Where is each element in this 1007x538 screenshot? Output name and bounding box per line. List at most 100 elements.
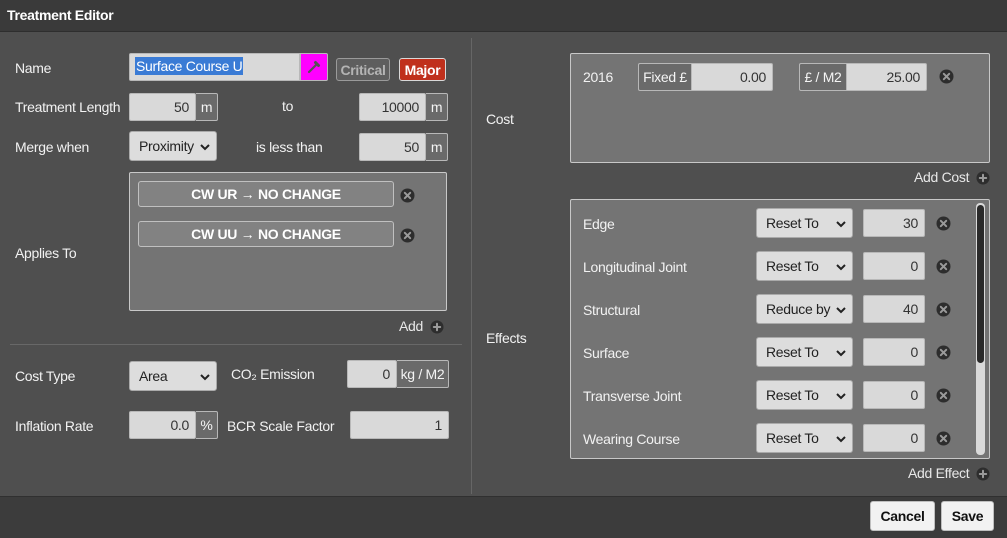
remove-icon[interactable]	[400, 188, 415, 203]
effect-op-value: Reset To	[766, 215, 819, 231]
chevron-down-icon	[836, 350, 846, 356]
length-min-unit: m	[196, 93, 218, 121]
cost-type-value: Area	[139, 368, 168, 384]
name-label: Name	[15, 60, 52, 76]
eyedropper-icon	[307, 61, 320, 74]
cost-year: 2016	[583, 69, 613, 85]
co2-input[interactable]: 0	[347, 360, 397, 388]
remove-effect-icon[interactable]	[936, 302, 951, 317]
name-field[interactable]: Surface Course U	[129, 53, 300, 81]
cancel-button[interactable]: Cancel	[870, 501, 935, 531]
add-applies-label: Add	[399, 318, 424, 334]
co2-emission-label: CO₂ Emission	[231, 366, 315, 382]
rate-cost-input[interactable]: 25.00	[846, 63, 927, 91]
remove-effect-icon[interactable]	[936, 345, 951, 360]
major-toggle[interactable]: Major	[399, 58, 446, 81]
add-cost-label: Add Cost	[914, 169, 970, 185]
effects-scrollbar-thumb[interactable]	[977, 205, 984, 363]
chevron-down-icon	[200, 144, 210, 150]
chevron-down-icon	[836, 221, 846, 227]
effect-op-value: Reset To	[766, 387, 819, 403]
length-max-input[interactable]: 10000	[359, 93, 426, 121]
fixed-cost-prefix: Fixed £	[638, 63, 691, 91]
effect-op-select[interactable]: Reduce by	[756, 294, 853, 324]
cost-panel	[570, 53, 990, 163]
cost-label: Cost	[486, 111, 514, 127]
fixed-cost-input[interactable]: 0.00	[691, 63, 773, 91]
effect-op-select[interactable]: Reset To	[756, 380, 853, 410]
column-divider	[471, 38, 472, 494]
critical-toggle[interactable]: Critical	[336, 58, 390, 81]
remove-effect-icon[interactable]	[936, 259, 951, 274]
plus-icon	[429, 320, 444, 334]
section-divider	[10, 344, 462, 345]
add-effect-label: Add Effect	[908, 465, 970, 481]
chevron-down-icon	[200, 374, 210, 380]
chevron-down-icon	[836, 393, 846, 399]
effect-value-input[interactable]: 40	[863, 295, 925, 323]
chevron-down-icon	[836, 307, 846, 313]
inflation-unit: %	[196, 411, 218, 439]
effect-op-select[interactable]: Reset To	[756, 423, 853, 453]
bcr-scale-label: BCR Scale Factor	[227, 418, 335, 434]
name-selected-text: Surface Course U	[135, 57, 244, 75]
effect-value-input[interactable]: 0	[863, 338, 925, 366]
co2-unit: kg / M2	[397, 360, 449, 388]
add-effect-button[interactable]: Add Effect	[908, 465, 990, 481]
title-bar: Treatment Editor	[0, 0, 1007, 32]
effect-name: Longitudinal Joint	[583, 259, 687, 275]
treatment-length-label: Treatment Length	[15, 99, 121, 115]
effect-op-value: Reset To	[766, 344, 819, 360]
merge-distance-input[interactable]: 50	[359, 133, 426, 161]
effect-name: Edge	[583, 216, 615, 232]
applies-item[interactable]: CW UR → NO CHANGE	[138, 181, 394, 207]
effect-op-select[interactable]: Reset To	[756, 337, 853, 367]
chevron-down-icon	[836, 436, 846, 442]
to-label: to	[282, 98, 294, 114]
add-applies-button[interactable]: Add	[399, 318, 444, 334]
merge-select[interactable]: Proximity	[129, 131, 217, 161]
remove-effect-icon[interactable]	[936, 388, 951, 403]
effects-scrollbar[interactable]	[976, 203, 985, 455]
effect-value-input[interactable]: 30	[863, 209, 925, 237]
save-button[interactable]: Save	[941, 501, 994, 531]
applies-to-label: Applies To	[15, 245, 77, 261]
remove-cost-icon[interactable]	[939, 69, 954, 84]
effect-op-select[interactable]: Reset To	[756, 208, 853, 238]
plus-icon	[975, 171, 990, 185]
effect-value-input[interactable]: 0	[863, 424, 925, 452]
effects-label: Effects	[486, 330, 527, 346]
effect-value-input[interactable]: 0	[863, 381, 925, 409]
color-picker-button[interactable]	[300, 53, 328, 81]
footer-bar	[0, 496, 1007, 538]
bcr-input[interactable]: 1	[350, 411, 449, 439]
merge-distance-unit: m	[426, 133, 448, 161]
effect-op-select[interactable]: Reset To	[756, 251, 853, 281]
remove-icon[interactable]	[400, 228, 415, 243]
applies-item[interactable]: CW UU → NO CHANGE	[138, 221, 394, 247]
remove-effect-icon[interactable]	[936, 431, 951, 446]
length-min-input[interactable]: 50	[129, 93, 196, 121]
effect-value-input[interactable]: 0	[863, 252, 925, 280]
window-title: Treatment Editor	[7, 7, 114, 23]
merge-when-label: Merge when	[15, 139, 90, 155]
effect-op-value: Reduce by	[766, 301, 831, 317]
effect-name: Wearing Course	[583, 431, 680, 447]
rate-cost-prefix: £ / M2	[799, 63, 846, 91]
length-max-unit: m	[426, 93, 448, 121]
remove-effect-icon[interactable]	[936, 216, 951, 231]
effect-name: Surface	[583, 345, 630, 361]
effect-op-value: Reset To	[766, 430, 819, 446]
plus-icon	[975, 467, 990, 481]
cost-type-select[interactable]: Area	[129, 361, 217, 391]
cost-type-label: Cost Type	[15, 368, 76, 384]
inflation-input[interactable]: 0.0	[129, 411, 196, 439]
merge-select-value: Proximity	[139, 138, 194, 154]
less-than-label: is less than	[256, 139, 323, 155]
inflation-rate-label: Inflation Rate	[15, 418, 94, 434]
effect-name: Transverse Joint	[583, 388, 682, 404]
effect-op-value: Reset To	[766, 258, 819, 274]
effects-panel	[570, 199, 990, 459]
add-cost-button[interactable]: Add Cost	[914, 169, 990, 185]
effect-name: Structural	[583, 302, 640, 318]
